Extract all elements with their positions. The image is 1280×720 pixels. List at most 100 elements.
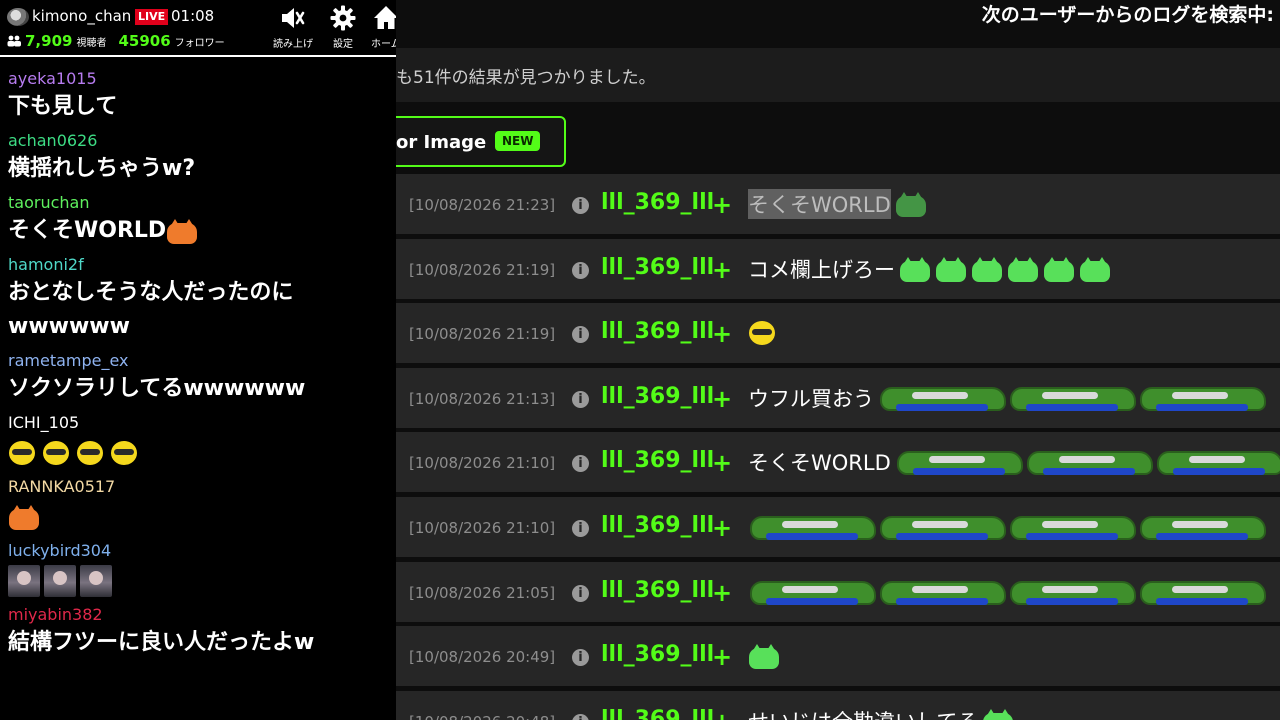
log-row: [10/08/2026 21:23] i lll_369_lll + そくそWORLD	[396, 174, 1280, 234]
chat-username[interactable]: luckybird304	[8, 540, 396, 562]
search-title: 次のユーザーからのログを検索中:	[981, 4, 1274, 26]
cat-emote-orange	[166, 218, 198, 244]
log-message: コメ欄上げろー	[748, 253, 1111, 285]
log-message	[748, 317, 778, 349]
channel-name[interactable]: kimono_chan	[32, 7, 131, 25]
info-icon[interactable]: i	[572, 197, 589, 214]
chat-username[interactable]: achan0626	[8, 130, 396, 152]
chick-emote	[8, 438, 38, 468]
avatar[interactable]	[7, 8, 29, 26]
info-icon[interactable]: i	[572, 326, 589, 344]
log-username[interactable]: lll_369_lll	[601, 642, 714, 667]
chat-message: taoruchan そくそWORLD	[8, 192, 396, 248]
chat-username[interactable]: hamoni2f	[8, 254, 396, 276]
chat-text-content: そくそWORLD	[8, 218, 167, 243]
frog-emote	[1008, 512, 1136, 542]
chat-username[interactable]: miyabin382	[8, 604, 396, 626]
cat-emote	[982, 708, 1014, 720]
log-search-panel: 次のユーザーからのログを検索中: も51件の結果が見つかりました。 or Ima…	[396, 0, 1280, 720]
add-icon[interactable]: +	[712, 449, 732, 477]
info-icon[interactable]: i	[572, 261, 589, 279]
add-icon[interactable]: +	[712, 191, 732, 219]
log-timestamp: [10/08/2026 20:48]	[409, 713, 555, 720]
info-icon[interactable]: i	[572, 649, 589, 667]
log-username[interactable]: lll_369_lll	[601, 255, 714, 280]
chat-username[interactable]: RANNKA0517	[8, 476, 396, 498]
log-username[interactable]: lll_369_lll	[601, 190, 714, 215]
chat-emotes	[8, 436, 396, 470]
stream-uptime: 01:08	[171, 7, 215, 25]
add-icon[interactable]: +	[712, 643, 732, 671]
log-username[interactable]: lll_369_lll	[601, 513, 714, 538]
add-icon[interactable]: +	[712, 514, 732, 542]
log-username[interactable]: lll_369_lll	[601, 448, 714, 473]
log-username[interactable]: lll_369_lll	[601, 578, 714, 603]
add-icon[interactable]: +	[712, 385, 732, 413]
log-list[interactable]: [10/08/2026 21:23] i lll_369_lll + そくそWORLD[…	[396, 174, 1280, 720]
info-icon[interactable]: i	[572, 584, 589, 602]
cat-emote	[971, 256, 1003, 282]
info-icon[interactable]: i	[572, 519, 589, 537]
home-label: ホーム	[371, 39, 396, 50]
log-timestamp: [10/08/2026 21:23]	[409, 196, 556, 214]
log-row: [10/08/2026 21:10] i lll_369_lll +	[396, 496, 1280, 557]
chat-username[interactable]: ayeka1015	[8, 68, 396, 90]
add-icon[interactable]: +	[712, 708, 732, 720]
chat-message: miyabin382 結構フツーに良い人だったよw	[8, 604, 396, 660]
follower-label: フォロワー	[174, 38, 225, 49]
log-message-text: ウフル買おう	[748, 386, 874, 411]
log-timestamp: [10/08/2026 21:10]	[409, 454, 556, 473]
image-feature-label: or Image	[396, 132, 487, 153]
chick-emote	[110, 438, 140, 468]
frog-emote	[878, 383, 1006, 413]
stats-row: 7,909 視聴者 45906 フォロワー	[7, 32, 225, 50]
log-timestamp: [10/08/2026 20:49]	[409, 648, 556, 667]
chat-message-list[interactable]: ayeka1015 下も見して achan0626 横揺れしちゃうw? taorucha…	[0, 68, 396, 666]
chick-emote	[42, 438, 72, 468]
follower-count: 45906	[118, 32, 171, 50]
log-username[interactable]: lll_369_lll	[601, 384, 714, 409]
frog-emote	[1008, 577, 1136, 607]
log-username[interactable]: lll_369_lll	[601, 707, 714, 720]
log-timestamp: [10/08/2026 21:13]	[409, 389, 556, 408]
log-message-text: そくそWORLD	[748, 189, 891, 219]
cat-emote	[899, 256, 931, 282]
log-message-text: せいじは全勘違いしてる	[748, 706, 978, 720]
add-icon[interactable]: +	[712, 256, 732, 284]
log-row: [10/08/2026 21:19] i lll_369_lll + コメ欄上げろー	[396, 238, 1280, 299]
chat-message: ICHI_105	[8, 412, 396, 470]
log-message-text: コメ欄上げろー	[748, 257, 895, 282]
chat-text: 横揺れしちゃうw?	[8, 156, 196, 181]
cat-emote	[1043, 256, 1075, 282]
home-button[interactable]: ホーム	[356, 5, 396, 50]
log-message-text: そくそWORLD	[748, 451, 891, 476]
chat-header: kimono_chan LIVE 01:08 7,909 視聴者 45906 フ…	[0, 0, 396, 57]
image-feature-button[interactable]: or Image NEW	[396, 116, 566, 167]
chat-message: luckybird304	[8, 540, 396, 598]
info-icon[interactable]: i	[572, 455, 589, 473]
log-message: そくそWORLD	[748, 446, 1280, 478]
chat-username[interactable]: ICHI_105	[8, 412, 396, 434]
log-username[interactable]: lll_369_lll	[601, 319, 714, 344]
cat-emote	[935, 256, 967, 282]
info-icon[interactable]: i	[572, 390, 589, 408]
log-message	[748, 511, 1266, 543]
chick-emote	[748, 318, 778, 348]
chat-message: achan0626 横揺れしちゃうw?	[8, 130, 396, 186]
new-badge: NEW	[495, 131, 541, 151]
info-icon[interactable]: i	[572, 713, 589, 720]
chat-text: 結構フツーに良い人だったよw	[8, 630, 315, 655]
cat-emote	[748, 643, 780, 670]
add-icon[interactable]: +	[712, 579, 732, 607]
cat-emote	[1007, 256, 1039, 282]
chat-username[interactable]: taoruchan	[8, 192, 396, 214]
chat-username[interactable]: rametampe_ex	[8, 350, 396, 372]
log-row: [10/08/2026 21:10] i lll_369_lll + そくそWORLD	[396, 432, 1280, 493]
chat-text: おとなしそうな人だったのに wwwwww	[8, 280, 294, 339]
frog-emote	[1155, 447, 1280, 477]
gear-icon	[330, 5, 356, 31]
log-message	[748, 640, 780, 672]
add-icon[interactable]: +	[712, 320, 732, 348]
chat-emotes	[8, 564, 396, 598]
log-row: [10/08/2026 21:05] i lll_369_lll +	[396, 561, 1280, 622]
